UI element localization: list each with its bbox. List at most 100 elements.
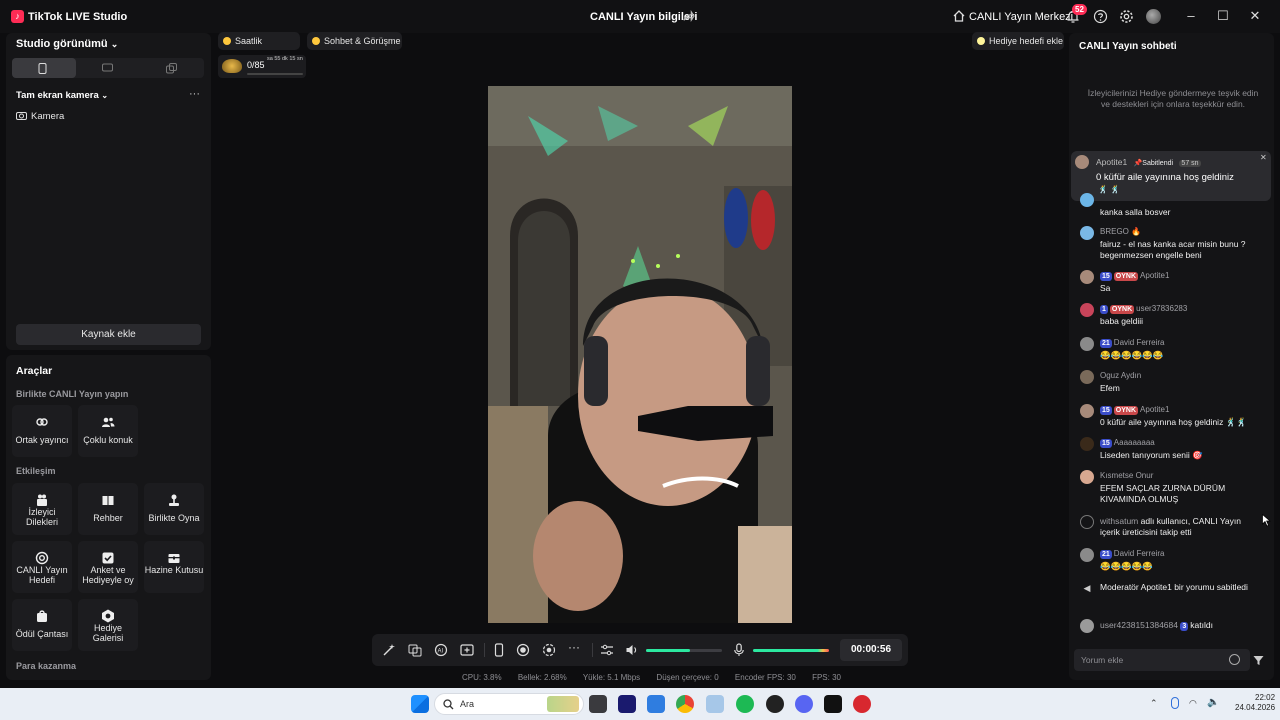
svg-text:AI: AI [438, 649, 444, 655]
comment-input[interactable]: Yorum ekle [1074, 649, 1250, 671]
add-gift-goal-button[interactable]: Hediye hedefi ekle [972, 32, 1064, 50]
volume-icon[interactable]: 🔈 [1207, 697, 1219, 708]
help-icon[interactable] [1093, 9, 1108, 24]
camera-source-item[interactable]: Kamera [16, 111, 64, 122]
cohost-tool[interactable]: Ortak yayıncı [12, 405, 72, 457]
avatar [1080, 470, 1094, 484]
joystick-icon [169, 494, 179, 506]
speaker-icon[interactable] [625, 643, 639, 657]
message-user: 15 Aaaaaaaaa [1100, 438, 1155, 448]
clock-date: 24.04.2026 [1235, 703, 1276, 712]
magic-wand-icon[interactable] [382, 643, 396, 657]
microphone-icon[interactable] [732, 643, 746, 657]
collab-group-title: Birlikte CANLI Yayın yapın [16, 389, 129, 399]
add-source-button[interactable]: Kaynak ekle [16, 324, 201, 345]
sliders-icon[interactable] [600, 643, 614, 657]
title-bar: ♪ TikTok LIVE Studio CANLI Yayın bilgile… [0, 0, 1280, 33]
windows-start-icon[interactable] [411, 695, 429, 713]
gift-goal-widget[interactable]: 0/85 sa 55 dk 15 sn [218, 55, 306, 78]
mic-volume-slider[interactable] [753, 649, 829, 652]
tray-chevron-icon[interactable]: ⌃ [1150, 698, 1158, 709]
message-user: 1 OYNK user37836283 [1100, 304, 1188, 314]
mic-tray-icon[interactable] [1171, 697, 1179, 709]
multi-guest-tool[interactable]: Çoklu konuk [78, 405, 138, 457]
close-button[interactable]: ✕ [1247, 8, 1263, 24]
viewer-wishes-tool[interactable]: İzleyici Dilekleri [12, 483, 72, 535]
ai-icon[interactable]: AI [434, 643, 448, 657]
phone-icon[interactable] [492, 643, 506, 657]
add-scene-icon[interactable] [460, 643, 474, 657]
mouse-cursor-icon [1262, 514, 1271, 527]
camera-section-dropdown[interactable]: Tam ekran kamera ⌄ [16, 90, 108, 101]
app-icon[interactable] [766, 695, 784, 713]
upload-stat: Yükle: 5.1 Mbps [582, 673, 641, 682]
live-studio-icon[interactable] [853, 695, 871, 713]
live-goal-tool[interactable]: CANLI Yayın Hedefi [12, 541, 72, 593]
treasure-box-tool[interactable]: Hazine Kutusu [144, 541, 204, 593]
pinned-user: Apotite1 [1096, 157, 1128, 167]
chat-meeting-button[interactable]: Sohbet & Görüşme [307, 32, 402, 50]
task-view-icon[interactable] [589, 695, 607, 713]
profile-avatar[interactable] [1146, 9, 1161, 24]
studio-view-title: Studio görünümü [16, 38, 108, 50]
more-options-icon[interactable]: ··· [189, 88, 200, 100]
guide-tool[interactable]: Rehber [78, 483, 138, 535]
poll-tool[interactable]: Anket ve Hediyeyle oy [78, 541, 138, 593]
spotify-icon[interactable] [736, 695, 754, 713]
monetization-group-title: Para kazanma [16, 661, 77, 671]
speaker-volume-fill [646, 649, 691, 652]
camera-feed-image [488, 86, 792, 623]
filter-icon[interactable] [1253, 655, 1264, 666]
gift-gallery-tool[interactable]: Hediye Galerisi [78, 599, 138, 651]
record-icon[interactable] [516, 643, 530, 657]
wifi-icon[interactable]: ◠ [1189, 698, 1197, 709]
engagement-group-title: Etkileşim [16, 466, 56, 476]
app-window: ♪ TikTok LIVE Studio CANLI Yayın bilgile… [0, 0, 1280, 720]
home-icon[interactable] [952, 9, 966, 23]
minimize-button[interactable]: – [1183, 8, 1199, 24]
after-effects-icon[interactable] [618, 695, 636, 713]
megaphone-icon: ◀ [1083, 583, 1091, 593]
settings-gear-icon[interactable] [1119, 9, 1134, 24]
reward-bag-label: Ödül Çantası [15, 629, 69, 639]
taskbar-search[interactable]: Ara [434, 693, 584, 715]
dual-layout-button[interactable] [140, 58, 204, 78]
avatar [1080, 619, 1094, 633]
discord-icon[interactable] [795, 695, 813, 713]
landscape-layout-button[interactable] [76, 58, 140, 78]
message-text: Efem [1100, 383, 1120, 393]
chevron-down-icon: ⌄ [110, 39, 119, 49]
book-icon [102, 496, 114, 505]
portrait-layout-button[interactable] [12, 58, 76, 78]
reward-bag-tool[interactable]: Ödül Çantası [12, 599, 72, 651]
outlook-icon[interactable] [647, 695, 665, 713]
avatar [1080, 404, 1094, 418]
emoji-icon[interactable] [1229, 654, 1240, 665]
screenshot-icon[interactable] [542, 643, 556, 657]
dropped-frames-stat: Düşen çerçeve: 0 [656, 673, 719, 682]
app-icon[interactable] [706, 695, 724, 713]
share-icon[interactable] [682, 10, 695, 23]
chrome-icon[interactable] [676, 695, 694, 713]
notification-badge: 52 [1072, 4, 1087, 15]
tools-title: Araçlar [16, 365, 53, 377]
chat-title: CANLI Yayın sohbeti [1079, 41, 1177, 52]
live-center-button[interactable]: CANLI Yayın Merkezi [969, 11, 1073, 23]
guide-label: Rehber [93, 513, 123, 523]
studio-view-dropdown[interactable]: Studio görünümü ⌄ [16, 38, 118, 50]
play-together-tool[interactable]: Birlikte Oyna [144, 483, 204, 535]
speaker-volume-slider[interactable] [646, 649, 722, 652]
chat-info-text: İzleyicilerinizi Hediye göndermeye teşvi… [1087, 88, 1259, 109]
play-together-label: Birlikte Oyna [148, 513, 200, 523]
poll-check-icon [102, 552, 114, 564]
pinned-text: 0 küfür aile yayınına hoş geldiniz [1096, 172, 1234, 183]
hourly-ranking-button[interactable]: Saatlik Sıralama [218, 32, 300, 64]
camera-source-label: Kamera [31, 111, 65, 122]
more-icon[interactable]: ··· [568, 640, 580, 654]
tiktok-icon[interactable] [824, 695, 842, 713]
gift-gallery-label: Hediye Galerisi [92, 623, 124, 643]
taskbar-clock[interactable]: 22:02 24.04.2026 [1235, 693, 1275, 713]
close-pin-icon[interactable]: ✕ [1260, 153, 1267, 162]
translate-icon[interactable] [408, 643, 422, 657]
maximize-button[interactable]: ☐ [1215, 8, 1231, 24]
